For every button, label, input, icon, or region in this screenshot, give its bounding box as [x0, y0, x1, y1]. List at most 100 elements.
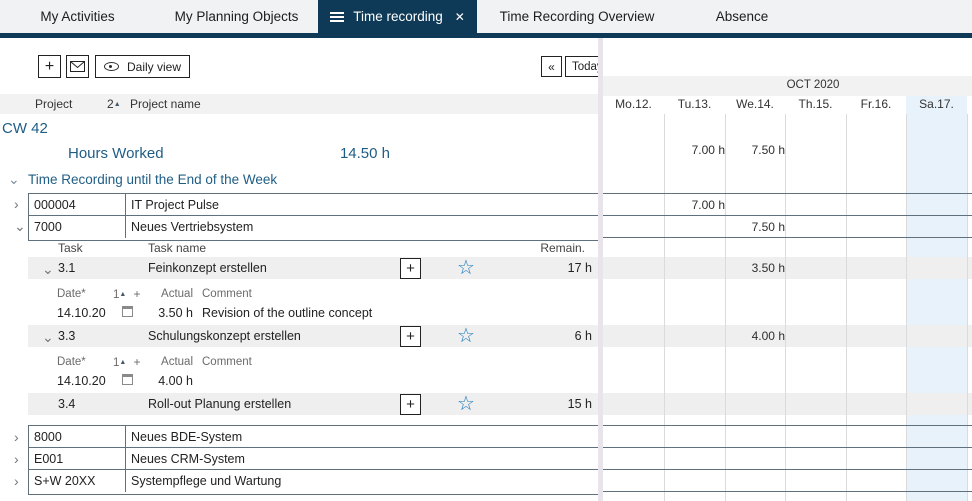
entry-actual-hours[interactable]: 4.00 h [130, 373, 193, 389]
add-entry-button[interactable]: + [400, 326, 421, 347]
left-column-header [0, 94, 598, 114]
project-day-value: 7.00 h [664, 198, 731, 213]
expander-icon[interactable]: › [14, 453, 19, 465]
project-code[interactable]: E001 [29, 448, 126, 469]
project-row[interactable]: E001 Neues CRM-System [29, 448, 599, 470]
day-header: Mo.12. [603, 97, 664, 112]
tab-my-activities[interactable]: My Activities [0, 0, 155, 33]
entry-date-field[interactable]: 14.10.20 [57, 305, 106, 321]
sort-rank: 2 [107, 97, 114, 111]
task-column-header: Task [58, 240, 83, 256]
task-id: 3.3 [58, 328, 75, 344]
project-row[interactable]: 7000 Neues Vertriebsystem [29, 216, 599, 238]
task-name: Feinkonzept erstellen [148, 260, 267, 276]
close-icon[interactable]: ✕ [455, 10, 465, 24]
project-code[interactable]: 7000 [29, 216, 126, 238]
project-row[interactable]: 8000 Neues BDE-System [29, 426, 599, 448]
pane-splitter[interactable] [598, 38, 603, 501]
entry-actual-hours[interactable]: 3.50 h [130, 305, 193, 321]
view-selector-value: Daily view [127, 60, 181, 74]
send-message-button[interactable] [66, 55, 89, 78]
expander-icon[interactable]: ⌄ [42, 331, 54, 343]
plus-icon: + [406, 328, 415, 345]
tab-label: Time Recording Overview [500, 9, 655, 24]
sort-asc-icon: ▲ [119, 359, 126, 366]
tab-label: My Activities [40, 9, 114, 24]
project-name[interactable]: Neues BDE-System [126, 426, 599, 447]
project-name[interactable]: Neues Vertriebsystem [126, 216, 599, 238]
plus-icon: + [406, 396, 415, 413]
actual-column-header: Actual [140, 288, 193, 301]
actual-column-header: Actual [140, 356, 193, 369]
eye-icon [104, 62, 119, 71]
section-expander-icon[interactable]: ⌄ [8, 173, 20, 185]
tab-my-planning-objects[interactable]: My Planning Objects [155, 0, 318, 33]
expander-icon[interactable]: › [14, 198, 19, 210]
entry-sort-indicator: 1▲ + [113, 356, 141, 369]
day-header: We.14. [725, 97, 785, 112]
back-icon: « [548, 60, 555, 74]
task-row-stripe[interactable] [603, 393, 972, 415]
view-selector[interactable]: Daily view [95, 55, 190, 78]
time-recording-app: My Activities My Planning Objects Time r… [0, 0, 972, 501]
row-border [603, 237, 972, 238]
task-day-value: 4.00 h [725, 329, 791, 344]
task-name: Schulungskonzept erstellen [148, 328, 301, 344]
add-button[interactable]: + [38, 55, 61, 78]
project-code[interactable]: S+W 20XX [29, 470, 126, 492]
row-border [603, 215, 972, 216]
hours-worked-day-value: 7.50 h [725, 143, 791, 158]
entry-comment[interactable]: Revision of the outline concept [202, 305, 372, 321]
previous-period-button[interactable]: « [541, 56, 562, 77]
row-border [603, 193, 972, 194]
entry-date-field[interactable]: 14.10.20 [57, 373, 106, 389]
project-table-bottom: 8000 Neues BDE-System E001 Neues CRM-Sys… [28, 425, 600, 495]
task-remaining-hours: 15 h [502, 396, 592, 412]
grid-line [846, 114, 847, 501]
project-row[interactable]: S+W 20XX Systempflege und Wartung [29, 470, 599, 492]
project-row[interactable]: 000004 IT Project Pulse [29, 194, 599, 216]
grid-line [785, 114, 786, 501]
project-name[interactable]: Neues CRM-System [126, 448, 599, 469]
favorite-star-icon[interactable]: ☆ [457, 393, 475, 415]
plus-icon: + [406, 260, 415, 277]
comment-column-header: Comment [202, 356, 252, 369]
favorite-star-icon[interactable]: ☆ [457, 325, 475, 347]
day-header: Tu.13. [664, 97, 725, 112]
tab-time-recording-overview[interactable]: Time Recording Overview [477, 0, 677, 33]
add-entry-button[interactable]: + [400, 394, 421, 415]
project-name[interactable]: Systempflege und Wartung [126, 470, 599, 492]
entry-sort-indicator: 1▲ + [113, 288, 141, 301]
tab-absence[interactable]: Absence [677, 0, 807, 33]
row-border [603, 425, 972, 426]
project-name[interactable]: IT Project Pulse [126, 194, 599, 215]
project-day-value: 7.50 h [725, 220, 791, 235]
tab-label: My Planning Objects [175, 9, 299, 24]
project-name-column-header: Project name [130, 96, 201, 112]
comment-column-header: Comment [202, 288, 252, 301]
expander-icon[interactable]: › [14, 475, 19, 487]
expander-icon[interactable]: › [14, 431, 19, 443]
sort-asc-icon: ▲ [114, 101, 121, 108]
favorite-star-icon[interactable]: ☆ [457, 257, 475, 279]
project-code[interactable]: 8000 [29, 426, 126, 447]
tab-time-recording[interactable]: Time recording ✕ [318, 0, 477, 33]
expander-icon[interactable]: ⌄ [14, 220, 26, 232]
plus-icon: + [45, 58, 54, 76]
project-code[interactable]: 000004 [29, 194, 126, 215]
task-name-column-header: Task name [148, 240, 206, 256]
sort-indicator: 2▲ [107, 96, 121, 112]
day-header: Th.15. [785, 97, 846, 112]
hours-worked-total: 14.50 h [300, 145, 390, 163]
grid-line [906, 114, 907, 501]
expander-icon[interactable]: ⌄ [42, 263, 54, 275]
project-table-top: 000004 IT Project Pulse 7000 Neues Vertr… [28, 193, 600, 241]
grid-line [664, 114, 665, 501]
menu-icon[interactable] [330, 12, 344, 22]
task-id: 3.4 [58, 396, 75, 412]
sort-asc-icon: ▲ [119, 291, 126, 298]
add-entry-button[interactable]: + [400, 258, 421, 279]
hours-worked-label: Hours Worked [68, 145, 164, 163]
month-label: OCT 2020 [763, 78, 863, 93]
section-title: Time Recording until the End of the Week [28, 171, 277, 188]
